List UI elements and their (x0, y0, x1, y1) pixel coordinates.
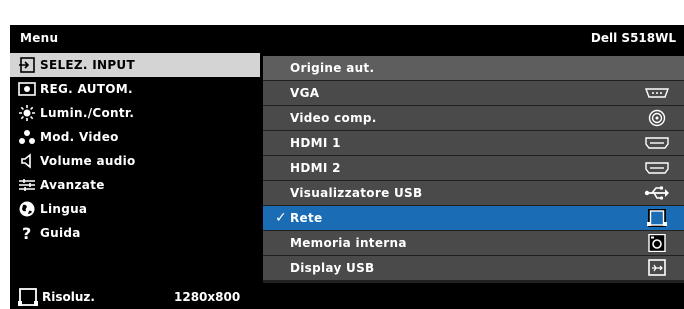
hdmi-port-icon (645, 137, 669, 149)
input-item-vga[interactable]: VGA (263, 81, 684, 105)
menu-item-label: REG. AUTOM. (40, 82, 133, 96)
input-item-hdmi-1[interactable]: HDMI 1 (263, 131, 684, 155)
menu-item-guida[interactable]: ? Guida (10, 221, 260, 245)
input-item-label: Memoria interna (290, 236, 407, 250)
advanced-settings-icon (19, 179, 35, 191)
svg-text:?: ? (22, 224, 31, 242)
usb-icon (644, 186, 669, 200)
menu-item-label: Volume audio (40, 154, 136, 168)
input-item-label: HDMI 2 (290, 161, 341, 175)
speaker-icon (21, 153, 31, 169)
composite-video-icon (648, 109, 666, 127)
brightness-icon (19, 105, 35, 121)
input-item-label: Visualizzatore USB (290, 186, 423, 200)
menu-item-selez-input[interactable]: SELEZ. INPUT (10, 53, 260, 77)
menu-item-label: SELEZ. INPUT (40, 58, 135, 72)
input-item-label: VGA (290, 86, 320, 100)
menu-item-label: Lumin./Contr. (40, 106, 135, 120)
network-icon (18, 288, 38, 306)
input-item-origine-aut[interactable]: Origine aut. (263, 56, 684, 80)
resolution-value: 1280x800 (174, 290, 241, 304)
status-footer: Risoluz. 1280x800 (10, 285, 684, 309)
menu-item-lumin-contr[interactable]: Lumin./Contr. (10, 101, 260, 125)
menu-item-mod-video[interactable]: Mod. Video (10, 125, 260, 149)
globe-icon (19, 201, 35, 217)
projector-model: Dell S518WL (590, 31, 676, 45)
input-select-icon (19, 57, 35, 73)
input-item-label: HDMI 1 (290, 136, 341, 150)
input-item-video-comp[interactable]: Video comp. (263, 106, 684, 130)
menu-item-label: Mod. Video (40, 130, 119, 144)
input-item-label: Display USB (290, 261, 375, 275)
menu-item-reg-autom[interactable]: REG. AUTOM. (10, 77, 260, 101)
menu-title: Menu (20, 31, 59, 45)
auto-adjust-icon (18, 82, 36, 96)
input-item-display-usb[interactable]: Display USB (263, 256, 684, 280)
input-item-label: Rete (290, 211, 323, 225)
selected-check-icon: ✓ (275, 210, 287, 226)
network-icon (647, 209, 667, 227)
input-item-label: Video comp. (290, 111, 377, 125)
input-item-hdmi-2[interactable]: HDMI 2 (263, 156, 684, 180)
vga-port-icon (644, 88, 670, 98)
menu-item-avanzate[interactable]: Avanzate (10, 173, 260, 197)
video-mode-icon (19, 130, 35, 144)
usb-display-icon (648, 259, 666, 276)
input-item-rete[interactable]: ✓ Rete (263, 206, 684, 230)
help-icon: ? (22, 224, 31, 242)
menu-item-label: Lingua (40, 202, 88, 216)
menu-item-lingua[interactable]: Lingua (10, 197, 260, 221)
menu-item-label: Guida (40, 226, 81, 240)
projector-osd-menu: Menu Dell S518WL SELEZ. INPUT REG. AUTOM… (10, 25, 684, 309)
hdmi-port-icon (645, 162, 669, 174)
resolution-label: Risoluz. (42, 290, 95, 304)
internal-memory-icon (648, 234, 666, 252)
input-item-memoria-interna[interactable]: Memoria interna (263, 231, 684, 255)
input-item-label: Origine aut. (290, 61, 375, 75)
menu-item-label: Avanzate (40, 178, 105, 192)
menu-header: Menu Dell S518WL (10, 25, 684, 53)
input-source-panel: Origine aut. VGA Video comp. HDMI 1 HDMI… (263, 56, 684, 283)
menu-item-volume-audio[interactable]: Volume audio (10, 149, 260, 173)
input-item-visualizzatore-usb[interactable]: Visualizzatore USB (263, 181, 684, 205)
